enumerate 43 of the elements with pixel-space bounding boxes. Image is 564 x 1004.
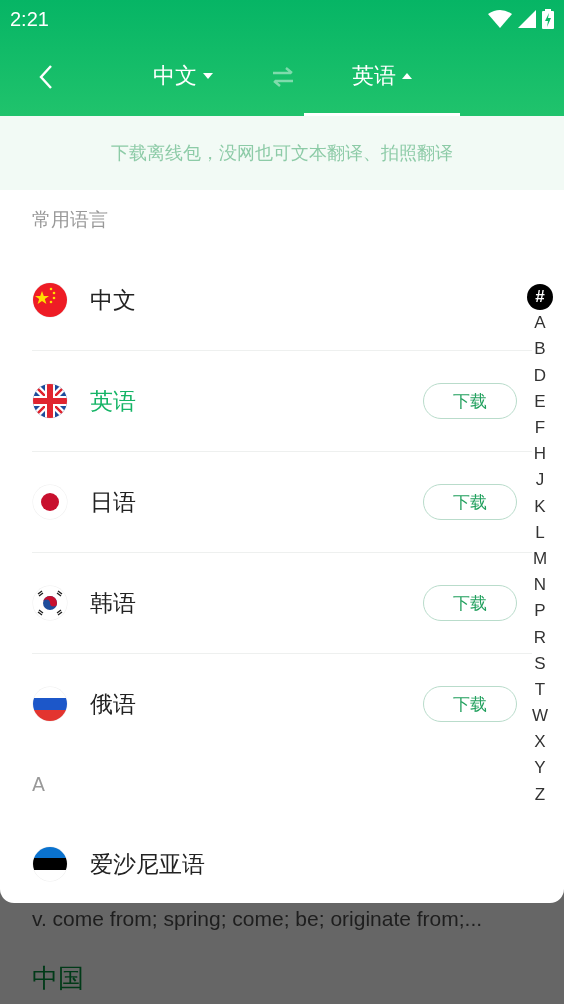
- language-name[interactable]: 俄语: [90, 688, 136, 720]
- index-letter[interactable]: A: [527, 310, 553, 337]
- language-name[interactable]: 日语: [90, 486, 136, 518]
- definition-text: v. come from; spring; come; be; originate from;...: [32, 907, 484, 931]
- index-letter[interactable]: #: [527, 284, 553, 311]
- swap-icon[interactable]: [271, 67, 295, 87]
- status-time: 2:21: [10, 7, 49, 31]
- index-letter[interactable]: L: [527, 519, 553, 546]
- flag-icon: [32, 383, 68, 419]
- caret-icon: [402, 72, 412, 79]
- battery-charging-icon: [542, 9, 554, 29]
- index-letter[interactable]: K: [527, 493, 553, 520]
- language-name[interactable]: 韩语: [90, 587, 136, 619]
- flag-icon: [32, 585, 68, 621]
- index-letter[interactable]: F: [527, 414, 553, 442]
- back-icon[interactable]: [39, 64, 53, 90]
- language-name[interactable]: 中文: [90, 284, 136, 316]
- index-letter[interactable]: M: [527, 545, 553, 573]
- index-letter[interactable]: R: [527, 624, 553, 651]
- signal-icon: [518, 10, 536, 28]
- index-letter[interactable]: X: [527, 729, 553, 756]
- flag-icon: [32, 282, 68, 318]
- wifi-icon: [488, 10, 512, 28]
- index-letter[interactable]: T: [527, 676, 553, 703]
- word-text: 中国: [32, 962, 84, 995]
- index-letter[interactable]: Y: [527, 755, 553, 782]
- section-header: 常用语言: [32, 207, 109, 232]
- index-letter[interactable]: P: [527, 598, 553, 625]
- caret-icon: [203, 72, 213, 79]
- section-header: A: [32, 772, 46, 797]
- index-letter[interactable]: E: [527, 388, 553, 415]
- flag-icon: [32, 484, 68, 520]
- flag-icon: [32, 846, 68, 882]
- index-letter[interactable]: W: [527, 703, 553, 730]
- index-letter[interactable]: B: [527, 336, 553, 363]
- index-letter[interactable]: Z: [527, 781, 553, 808]
- index-letter[interactable]: S: [527, 650, 553, 677]
- index-letter[interactable]: D: [527, 362, 553, 389]
- flag-icon: [32, 686, 68, 722]
- index-letter[interactable]: N: [527, 572, 553, 599]
- language-name[interactable]: 爱沙尼亚语: [90, 848, 205, 880]
- index-letter[interactable]: J: [527, 467, 553, 494]
- index-letter[interactable]: H: [527, 441, 553, 468]
